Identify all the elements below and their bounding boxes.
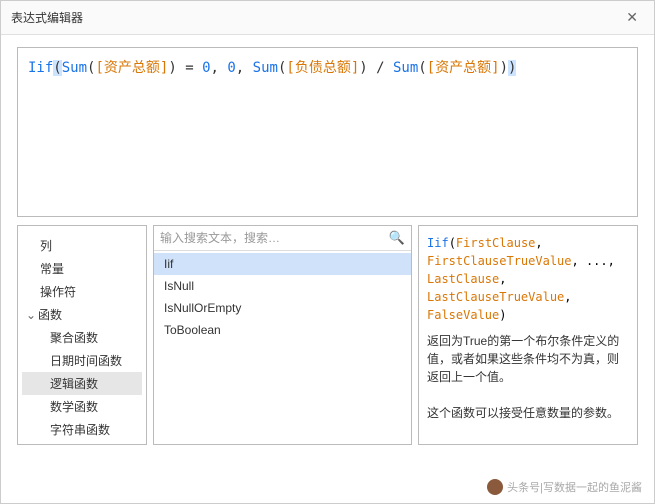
tree-item[interactable]: 列 — [22, 234, 142, 257]
expr-token: ) — [359, 60, 367, 76]
function-panel: 🔍 IifIsNullIsNullOrEmptyToBoolean — [153, 225, 412, 445]
search-row: 🔍 — [154, 226, 411, 251]
search-icon[interactable]: 🔍 — [389, 230, 405, 246]
function-signature: Iif(FirstClause, FirstClauseTrueValue, .… — [427, 234, 629, 324]
expr-token: ) — [168, 60, 176, 76]
expr-token: / — [368, 60, 393, 76]
expr-token: [资产总额] — [427, 60, 500, 76]
titlebar: 表达式编辑器 ✕ — [1, 1, 654, 35]
tree-item[interactable]: 聚合函数 — [22, 326, 142, 349]
expr-token: = — [177, 60, 202, 76]
tree-item[interactable]: 常量 — [22, 257, 142, 280]
sig-token: ( — [449, 236, 456, 250]
expr-token: , — [236, 60, 253, 76]
expr-token: 0 — [202, 60, 210, 76]
category-tree[interactable]: 列常量操作符⌄函数聚合函数日期时间函数逻辑函数数学函数字符串函数 — [17, 225, 147, 445]
expr-token: Iif — [28, 60, 53, 76]
expression-editor-dialog: 表达式编辑器 ✕ Iif(Sum([资产总额]) = 0, 0, Sum([负债… — [0, 0, 655, 504]
sig-token: ) — [499, 308, 506, 322]
close-icon[interactable]: ✕ — [620, 7, 644, 28]
tree-item[interactable]: ⌄函数 — [22, 303, 142, 326]
description-text-2: 这个函数可以接受任意数量的参数。 — [427, 404, 629, 422]
sig-token: LastClauseTrueValue — [427, 290, 564, 304]
watermark: 头条号|写数据一起的鱼泥酱 — [487, 479, 642, 495]
dialog-title: 表达式编辑器 — [11, 9, 83, 26]
function-item[interactable]: IsNullOrEmpty — [154, 297, 411, 319]
tree-item[interactable]: 数学函数 — [22, 395, 142, 418]
expr-token: [负债总额] — [286, 60, 359, 76]
description-text-1: 返回为True的第一个布尔条件定义的值，或者如果这些条件均不为真，则返回上一个值… — [427, 332, 629, 386]
description-panel: Iif(FirstClause, FirstClauseTrueValue, .… — [418, 225, 638, 445]
expression-textarea[interactable]: Iif(Sum([资产总额]) = 0, 0, Sum([负债总额]) / Su… — [17, 47, 638, 217]
sig-token: FalseValue — [427, 308, 499, 322]
sig-token: Iif — [427, 236, 449, 250]
chevron-down-icon[interactable]: ⌄ — [26, 308, 36, 322]
tree-item[interactable]: 字符串函数 — [22, 418, 142, 441]
sig-token: , ..., — [572, 254, 615, 268]
tree-item[interactable]: 操作符 — [22, 280, 142, 303]
sig-token: , — [499, 272, 506, 286]
expr-token: Sum — [253, 60, 278, 76]
sig-token: , — [535, 236, 542, 250]
tree-label: 函数 — [38, 306, 62, 323]
avatar-icon — [487, 479, 503, 495]
expr-token: , — [211, 60, 228, 76]
sig-token: , — [564, 290, 571, 304]
function-list[interactable]: IifIsNullIsNullOrEmptyToBoolean — [154, 251, 411, 444]
expr-token: ( — [53, 60, 61, 76]
function-item[interactable]: ToBoolean — [154, 319, 411, 341]
expr-token: ) — [500, 60, 508, 76]
sig-token: LastClause — [427, 272, 499, 286]
search-input[interactable] — [160, 231, 389, 245]
expr-token: Sum — [393, 60, 418, 76]
expr-token: Sum — [62, 60, 87, 76]
function-item[interactable]: IsNull — [154, 275, 411, 297]
tree-item[interactable]: 日期时间函数 — [22, 349, 142, 372]
sig-token: FirstClauseTrueValue — [427, 254, 572, 268]
expr-token: [资产总额] — [95, 60, 168, 76]
bottom-panels: 列常量操作符⌄函数聚合函数日期时间函数逻辑函数数学函数字符串函数 🔍 IifIs… — [17, 225, 638, 445]
expr-token: ) — [508, 60, 516, 76]
watermark-text: 头条号|写数据一起的鱼泥酱 — [507, 479, 642, 495]
tree-item[interactable]: 逻辑函数 — [22, 372, 142, 395]
function-item[interactable]: Iif — [154, 253, 411, 275]
expr-token: ( — [418, 60, 426, 76]
sig-token: FirstClause — [456, 236, 535, 250]
expr-token: 0 — [227, 60, 235, 76]
